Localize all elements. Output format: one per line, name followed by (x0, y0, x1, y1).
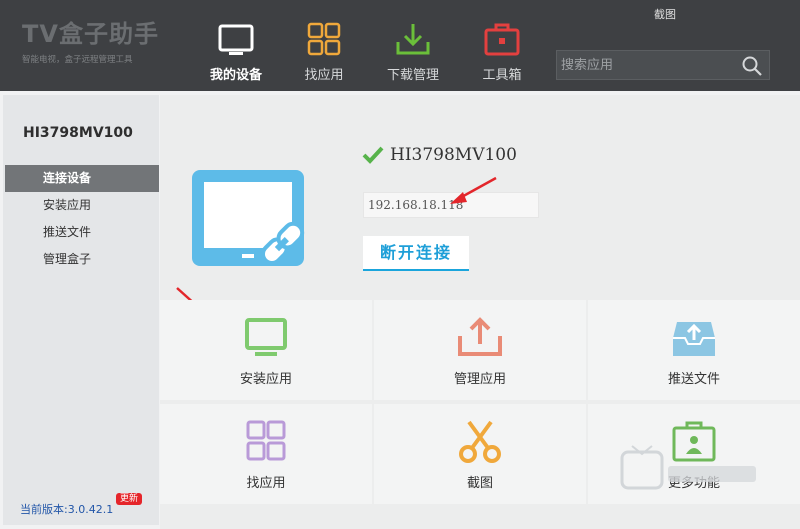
logo-title: TV盒子助手 (22, 20, 159, 48)
nav-find-apps[interactable]: 找应用 (284, 20, 364, 86)
grid-icon (246, 420, 286, 461)
left-sidebar: HI3798MV100 连接设备 安装应用 推送文件 管理盒子 当前版本:3.0… (3, 95, 159, 525)
tile-push-file[interactable]: 推送文件 (588, 300, 800, 400)
search-box (556, 50, 770, 80)
watermark-logo (620, 445, 756, 490)
app-logo: TV盒子助手 智能电视，盒子远程管理工具 (22, 14, 172, 65)
sidebar-item-connect-device[interactable]: 连接设备 (5, 165, 159, 192)
tile-find-apps[interactable]: 找应用 (160, 404, 372, 504)
monitor-icon (245, 318, 287, 356)
tile-manage-apps-label: 管理应用 (453, 372, 506, 387)
nav-my-devices-label: 我的设备 (209, 68, 262, 83)
sidebar-item-install-app[interactable]: 安装应用 (5, 192, 159, 219)
connected-device-name: HI3798MV100 (390, 145, 517, 165)
top-header: TV盒子助手 智能电视，盒子远程管理工具 我的设备 找应用 下载管理 工具箱 截… (0, 0, 800, 91)
scissors-icon (459, 420, 501, 463)
sidebar-menu: 连接设备 安装应用 推送文件 管理盒子 (5, 165, 159, 273)
grid-icon (307, 22, 341, 56)
tile-screenshot[interactable]: 截图 (374, 404, 586, 504)
disconnect-button[interactable]: 断开连接 (363, 236, 469, 271)
tv-icon (218, 24, 254, 55)
download-icon (396, 24, 430, 55)
tv-link-icon (192, 170, 305, 266)
tile-manage-apps[interactable]: 管理应用 (374, 300, 586, 400)
tile-install-app[interactable]: 安装应用 (160, 300, 372, 400)
nav-download-manager[interactable]: 下载管理 (373, 20, 453, 86)
screenshot-title-label: 截图 (654, 8, 676, 21)
nav-toolbox-label: 工具箱 (482, 68, 522, 83)
check-icon (362, 146, 384, 164)
sidebar-item-push-file[interactable]: 推送文件 (5, 219, 159, 246)
push-box-icon (673, 322, 715, 356)
tile-install-app-label: 安装应用 (239, 372, 292, 387)
annotation-arrow-icon (450, 176, 497, 204)
update-badge[interactable]: 更新 (116, 493, 143, 505)
search-icon[interactable] (741, 55, 763, 77)
tile-find-apps-label: 找应用 (246, 476, 286, 491)
toolbox-icon (484, 23, 520, 56)
search-input[interactable] (561, 54, 739, 76)
upload-tray-icon (458, 317, 502, 356)
tile-push-file-label: 推送文件 (667, 372, 720, 387)
sidebar-item-manage-box[interactable]: 管理盒子 (5, 246, 159, 273)
nav-download-manager-label: 下载管理 (386, 68, 439, 83)
nav-toolbox[interactable]: 工具箱 (462, 20, 542, 86)
version-text: 当前版本:3.0.42.1 (20, 503, 114, 516)
sidebar-device-name: HI3798MV100 (23, 125, 133, 141)
tile-screenshot-label: 截图 (466, 476, 493, 491)
nav-my-devices[interactable]: 我的设备 (196, 20, 276, 86)
logo-subtitle: 智能电视，盒子远程管理工具 (22, 55, 133, 65)
nav-find-apps-label: 找应用 (304, 68, 344, 83)
